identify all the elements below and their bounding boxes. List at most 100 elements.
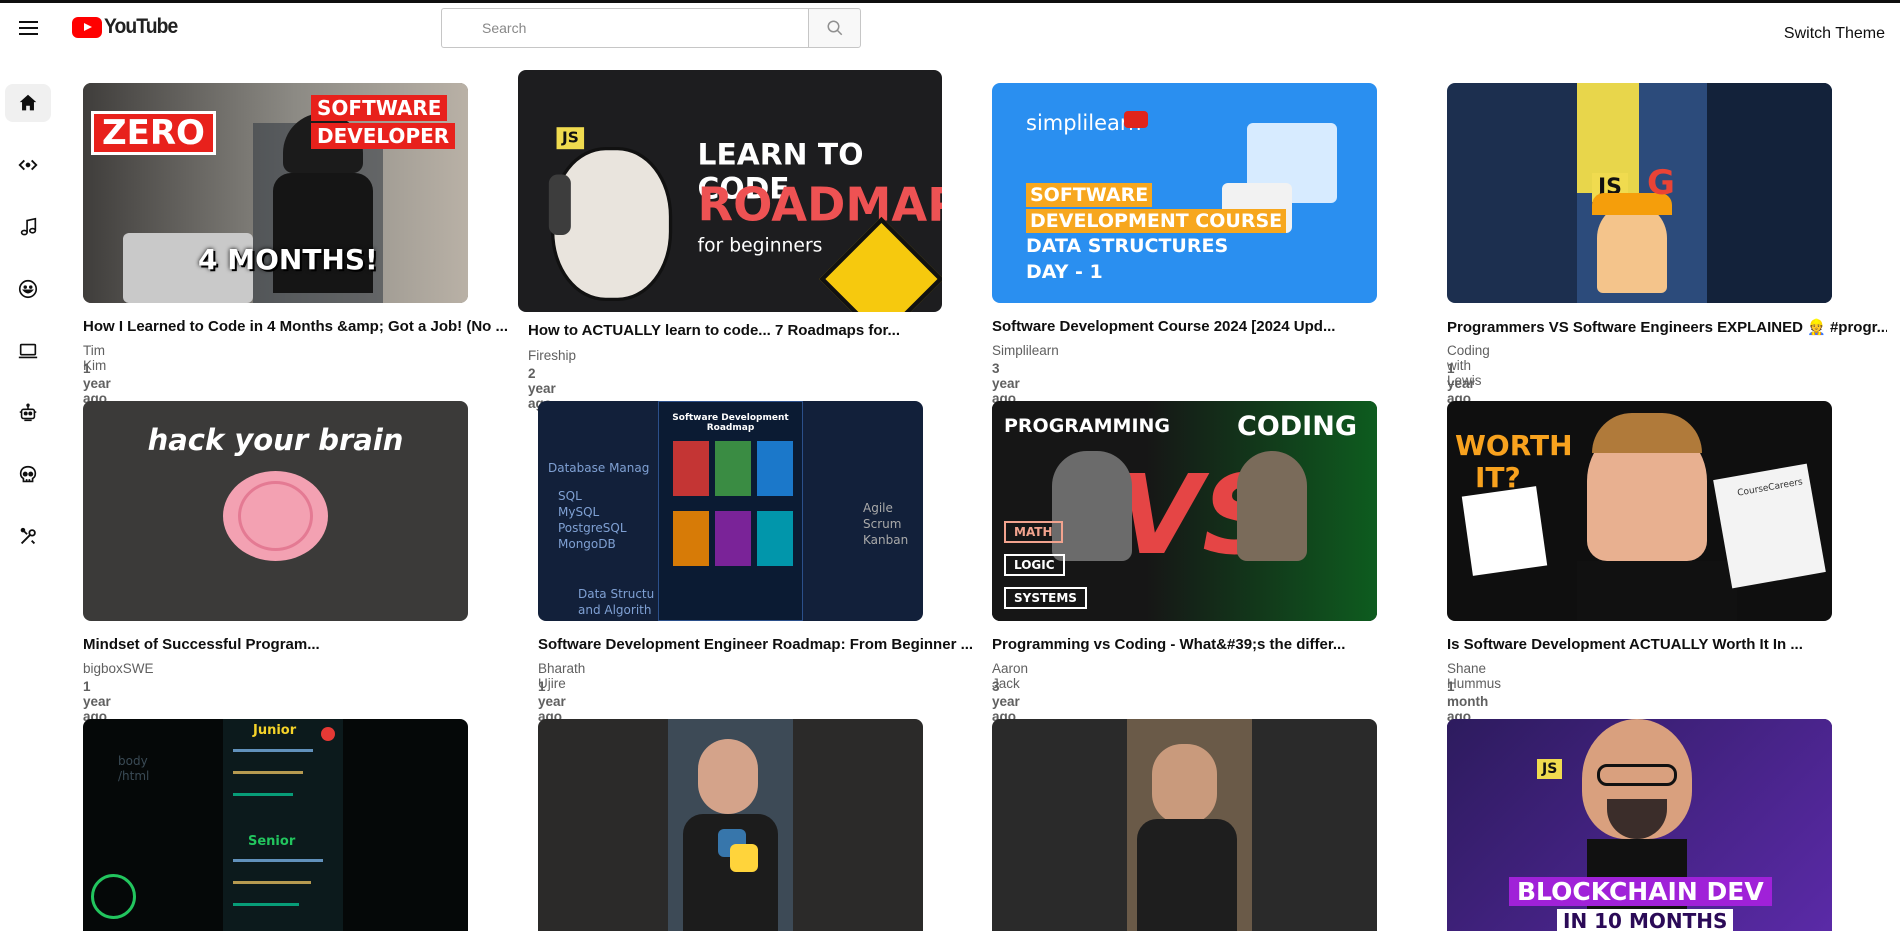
thumbnail-shape [1592, 413, 1702, 453]
sidebar-item-tools[interactable] [5, 518, 51, 556]
thumbnail-art: hack your brain [83, 401, 468, 621]
search-input[interactable] [441, 8, 808, 48]
thumbnail-text: MATH [1004, 521, 1063, 543]
thumbnail-text: Database Manag [548, 461, 650, 475]
video-thumbnail[interactable] [538, 719, 923, 931]
thumbnail-shape [548, 174, 571, 235]
thumbnail-shape [757, 441, 793, 496]
video-title[interactable]: Software Development Engineer Roadmap: F… [538, 636, 978, 653]
sidebar-item-skull[interactable] [5, 456, 51, 494]
thumbnail-text: PostgreSQL [558, 521, 627, 535]
play-badge-icon [1124, 111, 1148, 128]
channel-name[interactable]: Fireship [528, 348, 576, 363]
thumbnail-shape [730, 844, 758, 872]
video-title[interactable]: Programmers VS Software Engineers EXPLAI… [1447, 318, 1887, 336]
thumbnail-text: DEVELOPMENT COURSE [1026, 209, 1287, 233]
upload-age: 3 year ago [992, 361, 1020, 406]
video-thumbnail[interactable]: ZERO SOFTWARE DEVELOPER 4 MONTHS! [83, 83, 468, 303]
thumbnail-art: Software Development Roadmap Database Man… [538, 401, 923, 621]
top-header: YouTube Switch Theme [0, 3, 1900, 59]
thumbnail-text: Kanban [863, 533, 909, 547]
thumbnail-text: CODING [1237, 411, 1357, 442]
thumbnail-art [538, 719, 923, 931]
thumbnail-shape [238, 481, 313, 551]
thumbnail-shape [233, 903, 299, 906]
laptop-icon [18, 343, 38, 359]
sidebar-item-laptop[interactable] [5, 332, 51, 370]
thumbnail-shape [673, 441, 709, 496]
video-thumbnail[interactable]: Software Development Roadmap Database Man… [538, 401, 923, 621]
switch-theme-button[interactable]: Switch Theme [1784, 25, 1885, 43]
thumbnail-shape [1137, 819, 1237, 931]
video-thumbnail[interactable]: PROGRAMMING CODING VS MATH LOGIC SYSTEMS [992, 401, 1377, 621]
robot-icon [19, 403, 37, 422]
error-icon [321, 727, 335, 741]
video-thumbnail[interactable]: hack your brain [83, 401, 468, 621]
video-thumbnail[interactable]: simplilearn SOFTWARE DEVELOPMENT COURSE DAT… [992, 83, 1377, 303]
logo-card [1461, 486, 1548, 576]
channel-name[interactable]: Simplilearn [992, 343, 1059, 358]
worker-illustration [1597, 203, 1667, 293]
video-title[interactable]: Software Development Course 2024 [2024 U… [992, 318, 1432, 335]
thumbnail-shape [673, 511, 709, 566]
youtube-logo[interactable]: YouTube [72, 15, 184, 39]
video-thumbnail[interactable]: Junior Senior body/html [83, 719, 468, 931]
thumbnail-text: MySQL [558, 505, 600, 519]
thumbnail-text: DAY - 1 [1026, 261, 1103, 283]
thumbnail-shape [233, 793, 293, 796]
thumbnail-shape [1597, 764, 1677, 786]
thumbnail-shape [715, 441, 751, 496]
thumbnail-text: LOGIC [1004, 554, 1065, 576]
youtube-play-icon [72, 16, 102, 38]
thumbnail-text: 4 MONTHS! [198, 243, 378, 276]
sidebar-item-smile[interactable] [5, 270, 51, 308]
video-thumbnail[interactable]: JS G [1447, 83, 1832, 303]
thumbnail-text: SQL [558, 489, 582, 503]
sidebar-item-code[interactable] [5, 146, 51, 184]
video-title[interactable]: Programming vs Coding - What&#39;s the d… [992, 636, 1432, 653]
google-g-text: G [1647, 163, 1675, 203]
thumbnail-art: JS BLOCKCHAIN DEV IN 10 MONTHS [1447, 719, 1832, 931]
thumbnail-text: /html [118, 769, 150, 783]
video-title[interactable]: How to ACTUALLY learn to code... 7 Roadm… [528, 322, 968, 339]
person-silhouette [1052, 451, 1132, 561]
video-thumbnail[interactable]: WORTH IT? CourseCareers [1447, 401, 1832, 621]
check-icon [91, 874, 136, 919]
sidebar-item-home[interactable] [5, 84, 51, 122]
logo-text: YouTube [104, 15, 178, 38]
search-button[interactable] [808, 8, 861, 48]
thumbnail-text: DEVELOPER [311, 123, 456, 149]
search-icon [827, 20, 842, 36]
thumbnail-art: WORTH IT? CourseCareers [1447, 401, 1832, 621]
thumbnail-text: PROGRAMMING [1004, 415, 1171, 437]
thumbnail-text: Software Development Roadmap [672, 413, 789, 433]
thumbnail-shape [757, 511, 793, 566]
thumbnail-text: JS [1537, 759, 1563, 779]
video-title[interactable]: Mindset of Successful Program... [83, 636, 523, 653]
thumbnail-art: Junior Senior body/html [83, 719, 468, 931]
thumbnail-text: hack your brain [147, 423, 404, 457]
thumbnail-text: JS [556, 127, 585, 150]
upload-age: 1 year ago [83, 679, 111, 724]
tools-icon [20, 527, 36, 545]
sidebar-item-robot[interactable] [5, 394, 51, 432]
thumbnail-shape [233, 749, 313, 752]
thumbnail-text: DATA STRUCTURES [1026, 235, 1229, 257]
thumbnail-art: ZERO SOFTWARE DEVELOPER 4 MONTHS! [83, 83, 468, 303]
video-title[interactable]: Is Software Development ACTUALLY Worth I… [1447, 636, 1887, 653]
thumbnail-art: JS LEARN TO CODE ROADMAP for beginners [518, 70, 942, 312]
thumbnail-text: ZERO [91, 111, 216, 155]
video-thumbnail[interactable] [992, 719, 1377, 931]
video-title[interactable]: How I Learned to Code in 4 Months &amp; … [83, 318, 523, 335]
thumbnail-art: simplilearn SOFTWARE DEVELOPMENT COURSE DAT… [992, 83, 1377, 303]
thumbnail-shape [715, 511, 751, 566]
home-icon [19, 94, 37, 111]
thumbnail-art [992, 719, 1377, 931]
upload-age: 1 year ago [538, 679, 566, 724]
video-thumbnail[interactable]: JS LEARN TO CODE ROADMAP for beginners [518, 70, 942, 312]
video-thumbnail[interactable]: JS BLOCKCHAIN DEV IN 10 MONTHS [1447, 719, 1832, 931]
sidebar-item-music[interactable] [5, 208, 51, 246]
music-icon [20, 217, 37, 236]
hamburger-menu-icon[interactable] [16, 15, 42, 41]
channel-name[interactable]: bigboxSWE [83, 661, 154, 676]
